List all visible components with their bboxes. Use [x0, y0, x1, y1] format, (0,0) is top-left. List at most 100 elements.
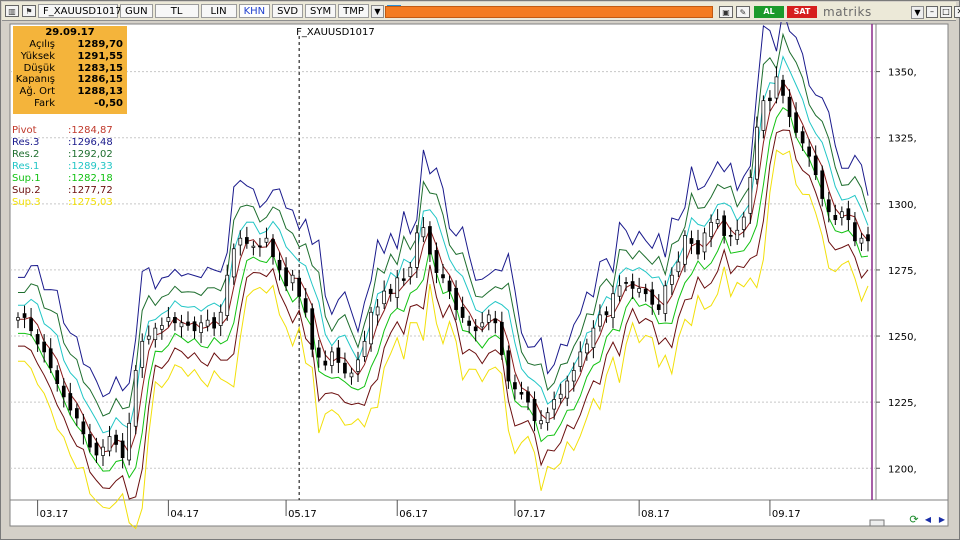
candle-body — [101, 446, 105, 456]
maximize-icon[interactable]: □ — [940, 6, 952, 18]
image-icon[interactable]: ▣ — [719, 6, 733, 18]
candle-body — [297, 277, 302, 297]
buy-button[interactable]: AL — [754, 6, 784, 18]
candle-body — [480, 322, 485, 328]
candle-body — [526, 391, 530, 403]
minimize-icon[interactable]: – — [926, 6, 938, 18]
candle-body — [244, 237, 249, 244]
candle-body — [800, 131, 805, 144]
candle-body — [395, 277, 400, 298]
info-label: Düşük — [23, 62, 55, 74]
info-date: 29.09.17 — [45, 27, 95, 38]
candle-body — [441, 274, 445, 279]
candle-body — [74, 408, 79, 419]
candle-body — [382, 290, 387, 305]
candle-body — [807, 146, 812, 157]
legend-row-pivot: Pivot:1284,87 — [12, 125, 128, 137]
candle-body — [709, 221, 713, 237]
chart-navigation: ⟳ ◀ ▶ — [906, 514, 948, 526]
candle-body — [127, 422, 132, 461]
y-tick-label: 1250, — [888, 332, 917, 343]
y-tick-label: 1325, — [888, 134, 917, 145]
flag-icon[interactable]: ⚑ — [22, 5, 36, 17]
status-bar — [385, 6, 713, 18]
svd-button[interactable]: SVD — [272, 4, 304, 18]
legend-row-res1: Res.1:1289,33 — [12, 161, 128, 173]
brand-logo: matriks — [823, 5, 872, 19]
candle-body — [774, 76, 779, 99]
legend-row-sup3: Sup.3:1275,03 — [12, 197, 128, 209]
y-tick-label: 1350, — [888, 68, 917, 79]
legend-value: :1277,72 — [68, 185, 113, 196]
candle-body — [251, 245, 256, 248]
legend-label: Sup.2 — [12, 185, 41, 196]
candle-body — [669, 274, 674, 285]
candle-body — [486, 314, 491, 323]
scroll-left-icon[interactable]: ◀ — [922, 514, 934, 526]
candle-body — [768, 97, 772, 102]
candle-body — [428, 226, 432, 255]
candle-body — [166, 317, 171, 322]
candle-body — [591, 327, 596, 349]
tl-button[interactable]: TL — [154, 4, 199, 18]
candle-body — [826, 199, 831, 213]
legend-row-res3: Res.3:1296,48 — [12, 137, 128, 149]
candle-body — [146, 335, 151, 340]
scrollbar-thumb — [869, 519, 885, 527]
info-value: 1289,70 — [77, 39, 123, 50]
tmp-button[interactable]: TMP — [338, 4, 369, 18]
x-tick-label: 03.17 — [40, 509, 69, 520]
candle-body — [663, 285, 668, 314]
candle-body — [584, 343, 589, 354]
symbol-field[interactable]: F_XAUUSD1017 — [38, 4, 122, 18]
legend-value: :1289,33 — [68, 161, 113, 172]
candle-body — [598, 314, 602, 327]
candle-body — [55, 370, 60, 384]
candle-body — [205, 319, 210, 327]
candle-body — [173, 317, 177, 324]
candle-body — [159, 325, 164, 330]
candle-body — [552, 399, 557, 410]
chart-area[interactable]: 1200, 1225, 1250, 1275, 1300, 1325, 1350, 03.17… — [8, 22, 950, 530]
period-gun-button[interactable]: GUN — [120, 4, 153, 18]
khn-button[interactable]: KHN — [238, 4, 271, 18]
candle-body — [35, 334, 40, 345]
info-value: 1288,13 — [77, 86, 123, 98]
lin-button[interactable]: LIN — [200, 4, 237, 18]
candle-body — [271, 239, 275, 258]
candle-body — [369, 311, 373, 345]
legend-value: :1284,87 — [68, 125, 113, 136]
candle-body — [643, 288, 648, 295]
candle-body — [794, 112, 798, 133]
candle-body — [61, 385, 66, 398]
candle-body — [853, 222, 857, 242]
chevron-down-icon[interactable]: ▼ — [370, 4, 384, 18]
chart-svg[interactable]: 1200, 1225, 1250, 1275, 1300, 1325, 1350, 03.17… — [8, 22, 950, 530]
sym-button[interactable]: SYM — [305, 4, 337, 18]
info-value: 1286,15 — [77, 74, 123, 86]
sell-button[interactable]: SAT — [787, 6, 817, 18]
candle-body — [493, 318, 498, 324]
chart-menu-icon[interactable]: ▥ — [5, 5, 19, 17]
candle-body — [467, 320, 472, 326]
legend-value: :1275,03 — [68, 197, 113, 208]
x-tick-label: 08.17 — [641, 509, 670, 520]
info-value: -0,50 — [94, 97, 123, 109]
candle-body — [356, 359, 360, 372]
info-label: Fark — [34, 97, 55, 109]
close-icon[interactable]: ✕ — [954, 6, 960, 18]
candle-body — [343, 362, 347, 374]
candle-body — [761, 100, 766, 131]
dropdown-icon[interactable]: ▼ — [911, 5, 924, 19]
x-tick-label: 04.17 — [170, 509, 199, 520]
y-tick-label: 1275, — [888, 266, 917, 277]
candle-body — [94, 442, 99, 456]
pen-icon[interactable]: ✎ — [736, 6, 750, 18]
candle-body — [107, 436, 112, 452]
x-tick-label: 06.17 — [399, 509, 428, 520]
candle-body — [303, 298, 308, 313]
x-tick-label: 09.17 — [772, 509, 801, 520]
refresh-icon[interactable]: ⟳ — [908, 514, 920, 526]
candle-body — [696, 240, 700, 255]
scroll-right-icon[interactable]: ▶ — [936, 514, 948, 526]
